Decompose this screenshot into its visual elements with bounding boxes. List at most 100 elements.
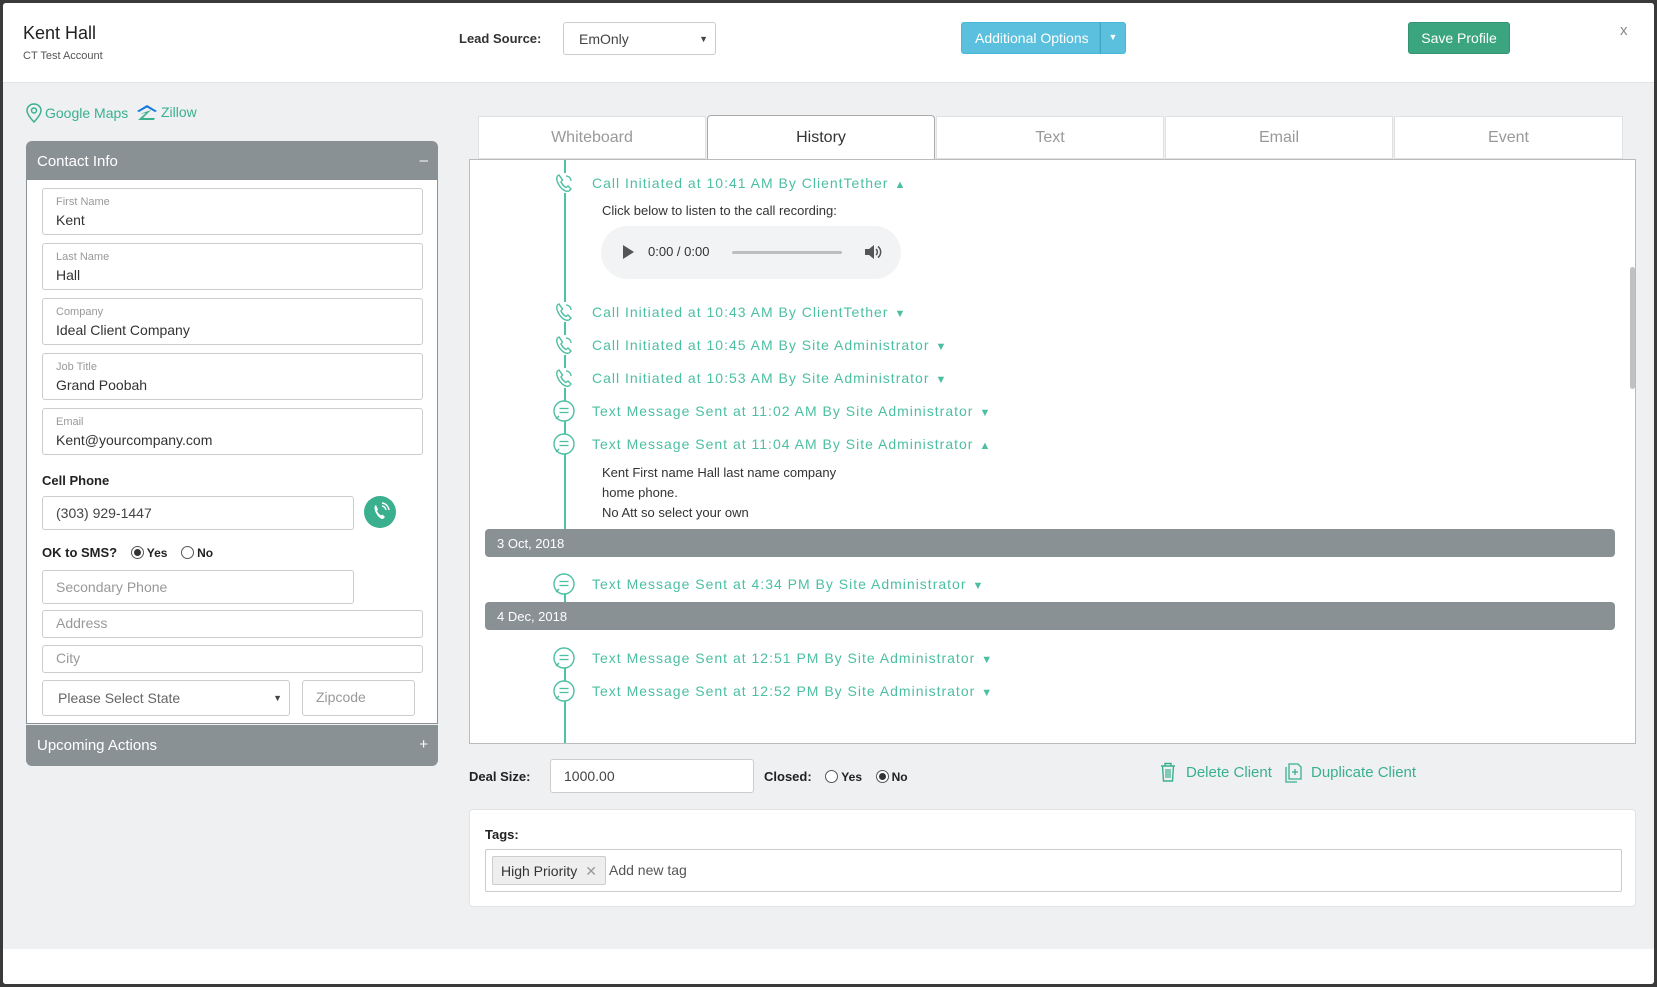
- chat-bubble-icon: [553, 573, 575, 595]
- city-input[interactable]: City: [42, 645, 423, 673]
- last-name-field[interactable]: Last Name Hall: [42, 243, 423, 290]
- chevron-down-icon[interactable]: ▼: [894, 308, 905, 320]
- remove-tag-icon[interactable]: ✕: [585, 863, 597, 879]
- company-field[interactable]: Company Ideal Client Company: [42, 298, 423, 345]
- closed-no-option[interactable]: No: [875, 770, 908, 784]
- job-title-value: Grand Poobah: [56, 377, 148, 393]
- volume-icon[interactable]: [863, 242, 883, 262]
- tag-chip: High Priority ✕: [492, 856, 606, 885]
- chevron-up-icon[interactable]: ▲: [894, 179, 905, 191]
- call-button[interactable]: [364, 496, 396, 528]
- job-title-label: Job Title: [56, 361, 97, 373]
- collapse-icon[interactable]: –: [420, 152, 428, 169]
- chat-bubble-icon: [553, 680, 575, 702]
- sms-yes-option[interactable]: Yes: [130, 546, 168, 560]
- first-name-field[interactable]: First Name Kent: [42, 188, 423, 235]
- closed-yes-option[interactable]: Yes: [825, 770, 862, 784]
- save-profile-button[interactable]: Save Profile: [1408, 22, 1510, 54]
- history-entry-text: Text Message Sent at 11:02 AM By Site Ad…: [592, 403, 974, 419]
- tab-email[interactable]: Email: [1165, 116, 1393, 159]
- chevron-up-icon[interactable]: ▲: [979, 440, 990, 452]
- closed-yes-radio[interactable]: [825, 770, 839, 783]
- tags-input-box[interactable]: High Priority ✕ Add new tag: [485, 849, 1622, 892]
- tab-history[interactable]: History: [707, 115, 935, 160]
- tab-text[interactable]: Text: [936, 116, 1164, 159]
- close-icon[interactable]: x: [1620, 22, 1628, 39]
- lead-source-select[interactable]: EmOnly ▼: [563, 22, 716, 55]
- first-name-value: Kent: [56, 212, 85, 228]
- tags-card: Tags: High Priority ✕ Add new tag: [469, 809, 1636, 907]
- tags-label: Tags:: [485, 827, 519, 842]
- add-tag-input[interactable]: Add new tag: [609, 862, 687, 878]
- play-icon[interactable]: [623, 245, 634, 259]
- zillow-link[interactable]: Zillow: [135, 103, 197, 121]
- caret-down-icon: ▼: [273, 693, 282, 703]
- deal-size-input[interactable]: 1000.00: [550, 759, 754, 793]
- upcoming-actions-panel-header[interactable]: Upcoming Actions +: [26, 725, 438, 766]
- delete-client-link[interactable]: Delete Client: [1158, 761, 1272, 783]
- additional-options-dropdown-toggle[interactable]: ▼: [1100, 22, 1126, 54]
- client-name: Kent Hall: [23, 23, 97, 43]
- cell-phone-input[interactable]: (303) 929-1447: [42, 496, 354, 530]
- chevron-down-icon[interactable]: ▼: [981, 687, 992, 699]
- state-select[interactable]: Please Select State ▼: [42, 680, 290, 716]
- job-title-field[interactable]: Job Title Grand Poobah: [42, 353, 423, 400]
- phone-icon: [554, 368, 574, 388]
- state-placeholder: Please Select State: [58, 690, 181, 706]
- sms-yes-label: Yes: [146, 546, 168, 560]
- chevron-down-icon[interactable]: ▼: [972, 580, 983, 592]
- history-entry-text: Text Message Sent at 4:34 PM By Site Adm…: [592, 576, 967, 592]
- modal-footer: [3, 949, 1654, 984]
- date-divider: 3 Oct, 2018: [485, 529, 1615, 557]
- recording-prompt: Click below to listen to the call record…: [602, 203, 837, 218]
- phone-icon: [374, 502, 390, 519]
- caret-down-icon: ▼: [699, 33, 708, 44]
- sms-no-label: No: [197, 546, 214, 560]
- closed-label: Closed:: [764, 769, 812, 784]
- zillow-label: Zillow: [161, 104, 197, 120]
- tag-label: High Priority: [501, 863, 578, 879]
- history-entry-text: Call Initiated at 10:53 AM By Site Admin…: [592, 370, 930, 386]
- google-maps-link[interactable]: Google Maps: [25, 103, 128, 123]
- history-entry-text: Call Initiated at 10:43 AM By ClientTeth…: [592, 304, 889, 320]
- audio-progress-slider[interactable]: [732, 251, 842, 254]
- chevron-down-icon[interactable]: ▼: [979, 407, 990, 419]
- zipcode-input[interactable]: Zipcode: [302, 680, 415, 716]
- phone-icon: [554, 335, 574, 355]
- sms-no-radio[interactable]: [181, 546, 195, 559]
- closed-no-radio[interactable]: [875, 770, 889, 783]
- sms-yes-radio[interactable]: [130, 546, 144, 559]
- last-name-label: Last Name: [56, 251, 110, 263]
- contact-info-title: Contact Info: [37, 153, 118, 170]
- contact-info-panel-header[interactable]: Contact Info –: [26, 141, 438, 182]
- chevron-down-icon[interactable]: ▼: [935, 341, 946, 353]
- chevron-down-icon[interactable]: ▼: [935, 374, 946, 386]
- caret-down-icon: ▼: [1108, 32, 1118, 42]
- timeline-line: [564, 160, 566, 557]
- closed-no-label: No: [891, 770, 908, 784]
- tab-whiteboard[interactable]: Whiteboard: [478, 116, 706, 159]
- history-entry-text: Call Initiated at 10:41 AM By ClientTeth…: [592, 175, 889, 191]
- cell-phone-label: Cell Phone: [42, 473, 110, 488]
- phone-icon: [554, 173, 574, 193]
- closed-yes-label: Yes: [841, 770, 862, 784]
- address-input[interactable]: Address: [42, 610, 423, 638]
- history-timeline: Call Initiated at 10:41 AM By ClientTeth…: [469, 159, 1636, 744]
- secondary-phone-input[interactable]: Secondary Phone: [42, 570, 354, 604]
- history-scrollbar[interactable]: [1630, 267, 1635, 389]
- first-name-label: First Name: [56, 196, 110, 208]
- date-divider: 4 Dec, 2018: [485, 602, 1615, 630]
- google-maps-label: Google Maps: [45, 105, 129, 121]
- additional-options-button[interactable]: Additional Options: [961, 22, 1100, 54]
- chat-bubble-icon: [553, 433, 575, 455]
- expand-icon[interactable]: +: [419, 736, 428, 753]
- sms-no-option[interactable]: No: [181, 546, 213, 560]
- client-profile-modal: Kent Hall CT Test Account Lead Source: E…: [3, 3, 1654, 984]
- chevron-down-icon[interactable]: ▼: [981, 654, 992, 666]
- timeline-line: [564, 664, 566, 743]
- history-entry-text: Text Message Sent at 11:04 AM By Site Ad…: [592, 436, 974, 452]
- account-name: CT Test Account: [23, 50, 103, 62]
- email-field[interactable]: Email Kent@yourcompany.com: [42, 408, 423, 455]
- tab-event[interactable]: Event: [1394, 116, 1623, 159]
- duplicate-client-link[interactable]: Duplicate Client: [1283, 761, 1416, 783]
